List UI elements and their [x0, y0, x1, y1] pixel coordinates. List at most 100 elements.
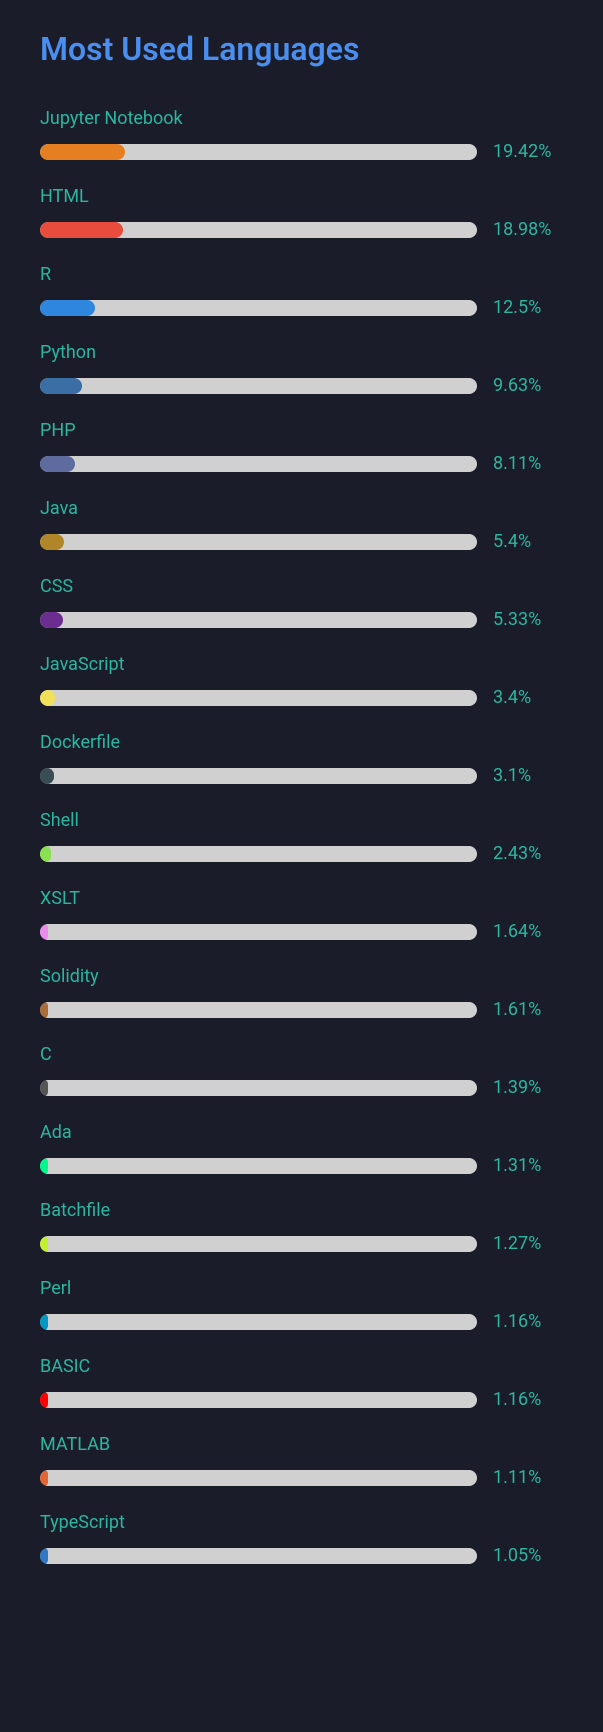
- language-item: Perl 1.16%: [40, 1278, 563, 1332]
- bar-fill: [40, 1236, 48, 1252]
- language-name: Perl: [40, 1278, 563, 1299]
- bar-track: [40, 222, 477, 238]
- language-item: Python 9.63%: [40, 342, 563, 396]
- language-name: XSLT: [40, 888, 563, 909]
- language-row: 12.5%: [40, 297, 563, 318]
- bar-track: [40, 1236, 477, 1252]
- bar-track: [40, 768, 477, 784]
- language-row: 5.33%: [40, 609, 563, 630]
- bar-track: [40, 1470, 477, 1486]
- bar-fill: [40, 456, 75, 472]
- bar-fill: [40, 846, 51, 862]
- language-percent: 8.11%: [493, 453, 563, 474]
- bar-track: [40, 1002, 477, 1018]
- language-item: Solidity 1.61%: [40, 966, 563, 1020]
- bar-fill: [40, 768, 54, 784]
- language-row: 1.16%: [40, 1389, 563, 1410]
- language-name: C: [40, 1044, 563, 1065]
- language-percent: 12.5%: [493, 297, 563, 318]
- bar-fill: [40, 378, 82, 394]
- language-name: Batchfile: [40, 1200, 563, 1221]
- language-name: MATLAB: [40, 1434, 563, 1455]
- bar-track: [40, 456, 477, 472]
- bar-track: [40, 846, 477, 862]
- bar-track: [40, 1080, 477, 1096]
- language-percent: 5.4%: [493, 531, 563, 552]
- language-item: HTML 18.98%: [40, 186, 563, 240]
- page-title: Most Used Languages: [40, 30, 563, 68]
- bar-track: [40, 1158, 477, 1174]
- language-item: MATLAB 1.11%: [40, 1434, 563, 1488]
- language-percent: 1.31%: [493, 1155, 563, 1176]
- language-percent: 3.1%: [493, 765, 563, 786]
- language-percent: 1.27%: [493, 1233, 563, 1254]
- language-name: TypeScript: [40, 1512, 563, 1533]
- language-row: 3.1%: [40, 765, 563, 786]
- language-name: Jupyter Notebook: [40, 108, 563, 129]
- language-item: R12.5%: [40, 264, 563, 318]
- bar-track: [40, 924, 477, 940]
- language-row: 3.4%: [40, 687, 563, 708]
- language-row: 5.4%: [40, 531, 563, 552]
- bar-fill: [40, 924, 48, 940]
- bar-fill: [40, 222, 123, 238]
- language-percent: 3.4%: [493, 687, 563, 708]
- bar-fill: [40, 534, 64, 550]
- language-item: Batchfile 1.27%: [40, 1200, 563, 1254]
- bar-fill: [40, 1002, 48, 1018]
- language-row: 1.27%: [40, 1233, 563, 1254]
- bar-fill: [40, 1548, 48, 1564]
- language-percent: 1.64%: [493, 921, 563, 942]
- bar-fill: [40, 1314, 48, 1330]
- bar-fill: [40, 1080, 48, 1096]
- language-name: JavaScript: [40, 654, 563, 675]
- language-name: BASIC: [40, 1356, 563, 1377]
- language-percent: 1.05%: [493, 1545, 563, 1566]
- language-row: 1.11%: [40, 1467, 563, 1488]
- language-item: BASIC 1.16%: [40, 1356, 563, 1410]
- language-percent: 2.43%: [493, 843, 563, 864]
- language-percent: 1.11%: [493, 1467, 563, 1488]
- language-name: Python: [40, 342, 563, 363]
- language-row: 1.64%: [40, 921, 563, 942]
- language-name: PHP: [40, 420, 563, 441]
- bar-track: [40, 1392, 477, 1408]
- language-item: Jupyter Notebook 19.42%: [40, 108, 563, 162]
- bar-track: [40, 1314, 477, 1330]
- language-row: 18.98%: [40, 219, 563, 240]
- language-percent: 1.61%: [493, 999, 563, 1020]
- language-name: Solidity: [40, 966, 563, 987]
- language-item: Java 5.4%: [40, 498, 563, 552]
- language-row: 8.11%: [40, 453, 563, 474]
- language-item: Shell 2.43%: [40, 810, 563, 864]
- language-percent: 1.16%: [493, 1311, 563, 1332]
- bar-track: [40, 300, 477, 316]
- bar-track: [40, 612, 477, 628]
- bar-track: [40, 378, 477, 394]
- bar-fill: [40, 300, 95, 316]
- language-percent: 5.33%: [493, 609, 563, 630]
- bar-track: [40, 690, 477, 706]
- bar-fill: [40, 612, 63, 628]
- language-row: 19.42%: [40, 141, 563, 162]
- language-name: Shell: [40, 810, 563, 831]
- language-percent: 9.63%: [493, 375, 563, 396]
- language-row: 1.05%: [40, 1545, 563, 1566]
- language-item: TypeScript 1.05%: [40, 1512, 563, 1566]
- language-item: CSS5.33%: [40, 576, 563, 630]
- language-percent: 1.16%: [493, 1389, 563, 1410]
- bar-fill: [40, 144, 125, 160]
- language-item: JavaScript 3.4%: [40, 654, 563, 708]
- language-name: Java: [40, 498, 563, 519]
- language-row: 1.16%: [40, 1311, 563, 1332]
- bar-fill: [40, 690, 55, 706]
- language-name: HTML: [40, 186, 563, 207]
- language-item: Ada 1.31%: [40, 1122, 563, 1176]
- language-list: Jupyter Notebook 19.42% HTML 18.98% R12.5% Py…: [40, 108, 563, 1566]
- language-row: 1.39%: [40, 1077, 563, 1098]
- bar-track: [40, 534, 477, 550]
- language-row: 9.63%: [40, 375, 563, 396]
- language-row: 2.43%: [40, 843, 563, 864]
- language-name: Ada: [40, 1122, 563, 1143]
- language-percent: 18.98%: [493, 219, 563, 240]
